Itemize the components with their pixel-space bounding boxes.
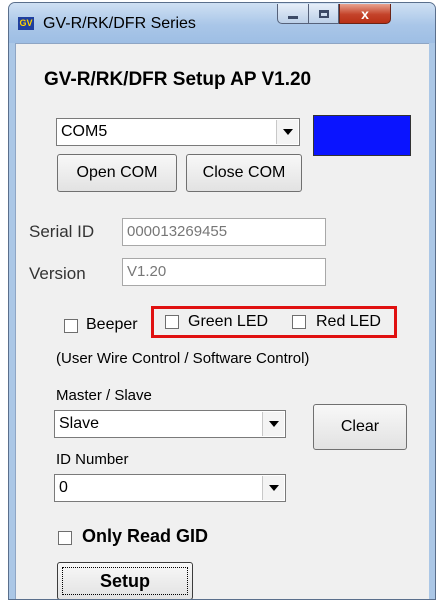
version-label: Version [29,264,86,283]
red-led-label: Red LED [316,313,381,330]
app-icon: GV [18,17,34,30]
control-note: (User Wire Control / Software Control) [56,350,310,367]
serial-id-field[interactable]: 000013269455 [122,218,326,246]
open-com-button[interactable]: Open COM [57,154,177,192]
close-com-button[interactable]: Close COM [186,154,302,192]
close-icon: x [361,5,369,22]
minimize-button[interactable] [277,4,309,24]
id-number-value: 0 [59,479,68,496]
master-slave-value: Slave [59,415,100,432]
minimize-icon [288,15,298,19]
com-port-select[interactable]: COM5 [56,118,300,146]
com-status-indicator [313,115,411,156]
app-window: GV GV-R/RK/DFR Series x GV-R/RK/DFR Setu… [8,2,436,600]
master-slave-select[interactable]: Slave [54,410,286,438]
maximize-button[interactable] [309,4,339,24]
clear-button[interactable]: Clear [313,404,407,450]
beeper-label: Beeper [86,316,138,333]
close-button[interactable]: x [339,4,391,24]
only-read-gid-checkbox[interactable] [58,531,72,545]
only-read-gid-label: Only Read GID [82,526,209,546]
dropdown-arrow-icon[interactable] [276,120,298,144]
dropdown-arrow-icon[interactable] [262,412,284,436]
serial-id-label: Serial ID [29,222,95,241]
master-slave-label: Master / Slave [56,387,152,404]
maximize-icon [318,9,329,18]
window-title: GV-R/RK/DFR Series [43,15,196,32]
green-led-checkbox[interactable] [165,315,179,329]
red-led-checkbox[interactable] [292,315,306,329]
dialog-body: GV-R/RK/DFR Setup AP V1.20 COM5 Open COM… [15,43,429,599]
id-number-label: ID Number [56,451,129,468]
com-port-value: COM5 [61,123,108,140]
focus-ring [62,567,188,595]
green-led-label: Green LED [188,313,269,330]
dropdown-arrow-icon[interactable] [262,476,284,500]
title-bar[interactable]: GV GV-R/RK/DFR Series x [9,3,435,43]
version-field[interactable]: V1.20 [122,258,326,286]
app-heading: GV-R/RK/DFR Setup AP V1.20 [44,69,312,90]
beeper-checkbox[interactable] [64,319,78,333]
id-number-select[interactable]: 0 [54,474,286,502]
setup-button[interactable]: Setup [57,562,193,599]
